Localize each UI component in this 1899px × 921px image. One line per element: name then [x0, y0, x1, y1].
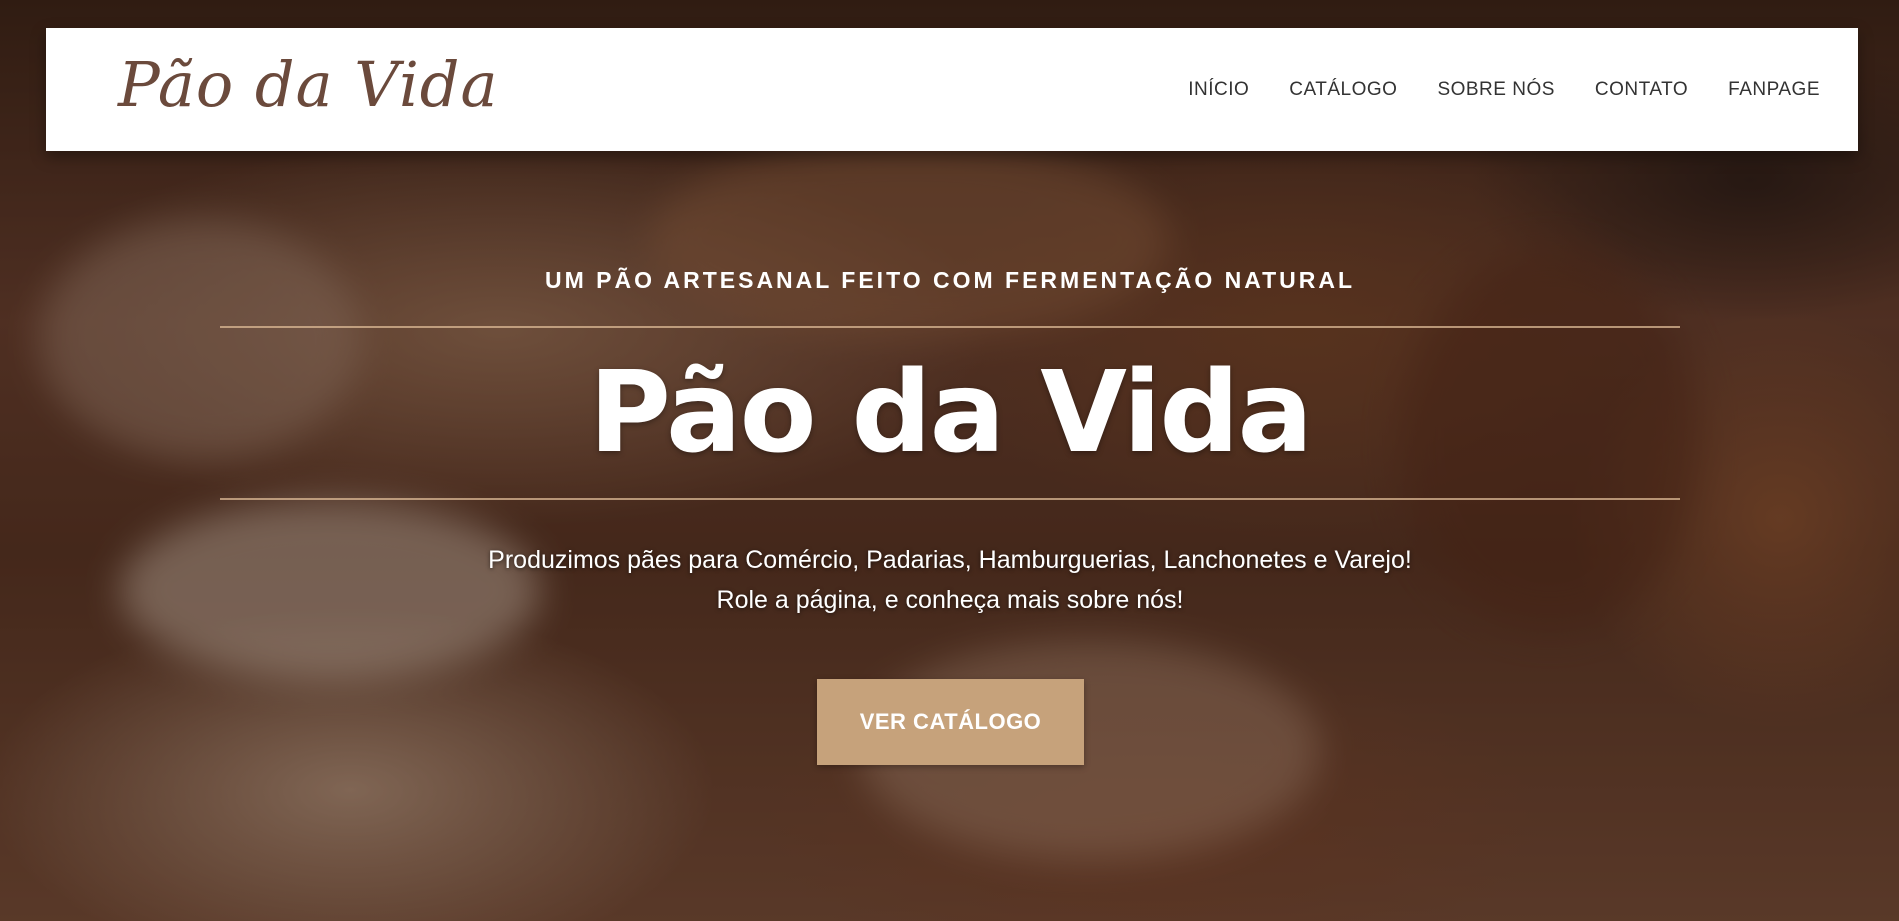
view-catalog-button[interactable]: Ver Catálogo [817, 679, 1084, 765]
nav-item-catalogo[interactable]: Catálogo [1289, 79, 1397, 101]
nav-item-sobre-nos[interactable]: Sobre nós [1437, 79, 1554, 101]
hero-content: UM PÃO ARTESANAL FEITO COM FERMENTAÇÃO N… [220, 260, 1680, 620]
hero-title: Pão da Vida [588, 348, 1313, 478]
nav-item-contato[interactable]: Contato [1595, 79, 1688, 101]
hero-tagline: UM PÃO ARTESANAL FEITO COM FERMENTAÇÃO N… [544, 267, 1356, 293]
nav-item-fanpage[interactable]: Fanpage [1728, 79, 1820, 101]
hero-description: Produzimos pães para Comércio, Padarias,… [220, 540, 1680, 620]
main-nav: Início Catálogo Sobre nós Contato Fanpag… [1188, 28, 1820, 151]
top-navbar: Pão da Vida Início Catálogo Sobre nós Co… [46, 28, 1858, 151]
hero-description-line-2: Role a página, e conheça mais sobre nós! [716, 586, 1184, 614]
hero-divider-bottom [220, 498, 1680, 500]
brand-logo[interactable]: Pão da Vida [118, 48, 498, 121]
nav-item-inicio[interactable]: Início [1188, 79, 1249, 101]
hero-description-line-1: Produzimos pães para Comércio, Padarias,… [488, 546, 1412, 574]
